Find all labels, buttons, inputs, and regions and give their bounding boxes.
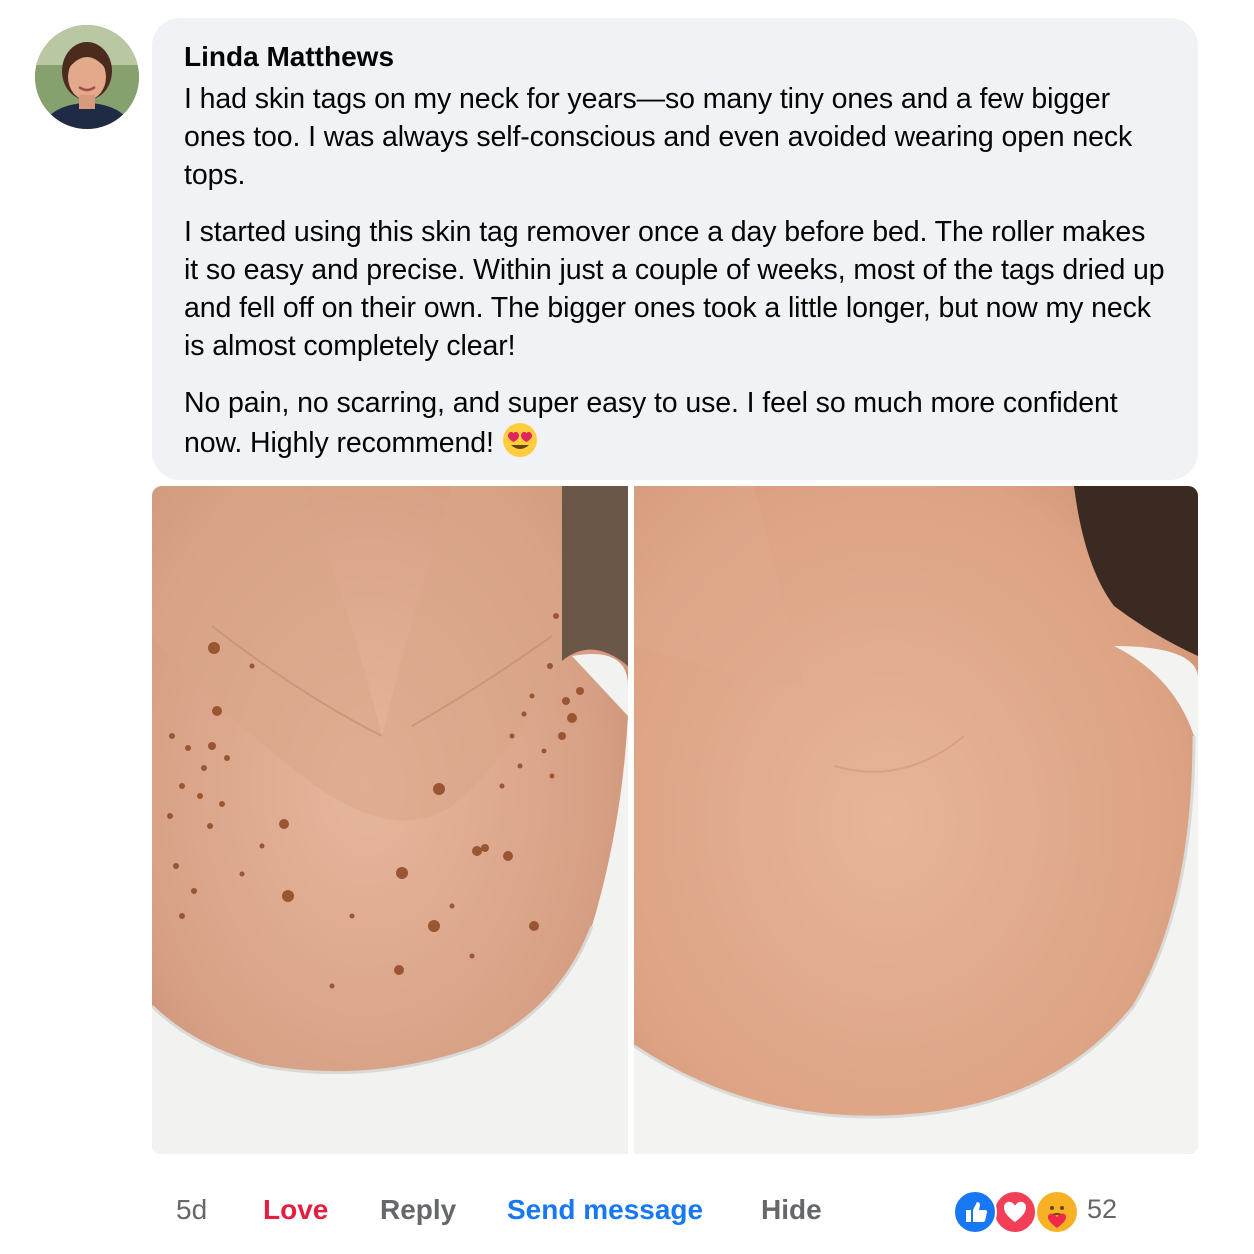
hide-button[interactable]: Hide [761,1194,822,1226]
love-icon [993,1190,1037,1234]
comment-paragraph-1: I had skin tags on my neck for years—so … [184,83,1133,191]
love-reaction-button[interactable]: Love [263,1194,328,1226]
after-photo[interactable] [634,486,1198,1154]
neck-with-skin-tags-image [152,486,628,1154]
comment-actions: 5d Love Reply Send message Hide 52 [0,1188,1254,1234]
comment-paragraph-3: No pain, no scarring, and super easy to … [184,384,1166,468]
author-avatar[interactable] [35,25,139,129]
comment-author[interactable]: Linda Matthews [184,38,1166,76]
comment-paragraph-3-text: No pain, no scarring, and super easy to … [184,387,1118,459]
avatar-image [35,25,139,129]
heart-eyes-emoji-icon [502,422,538,468]
like-icon [953,1190,997,1234]
send-message-button[interactable]: Send message [507,1194,703,1226]
comment-paragraph-2: I started using this skin tag remover on… [184,216,1165,362]
before-photo[interactable] [152,486,628,1154]
reaction-summary[interactable]: 52 [953,1188,1153,1234]
photo-grid [152,486,1198,1154]
care-icon [1035,1190,1079,1234]
reply-button[interactable]: Reply [380,1194,456,1226]
clear-neck-image [634,486,1198,1154]
comment-bubble: Linda Matthews I had skin tags on my nec… [152,18,1198,480]
comment-timestamp[interactable]: 5d [176,1194,207,1226]
reaction-count: 52 [1087,1194,1118,1224]
